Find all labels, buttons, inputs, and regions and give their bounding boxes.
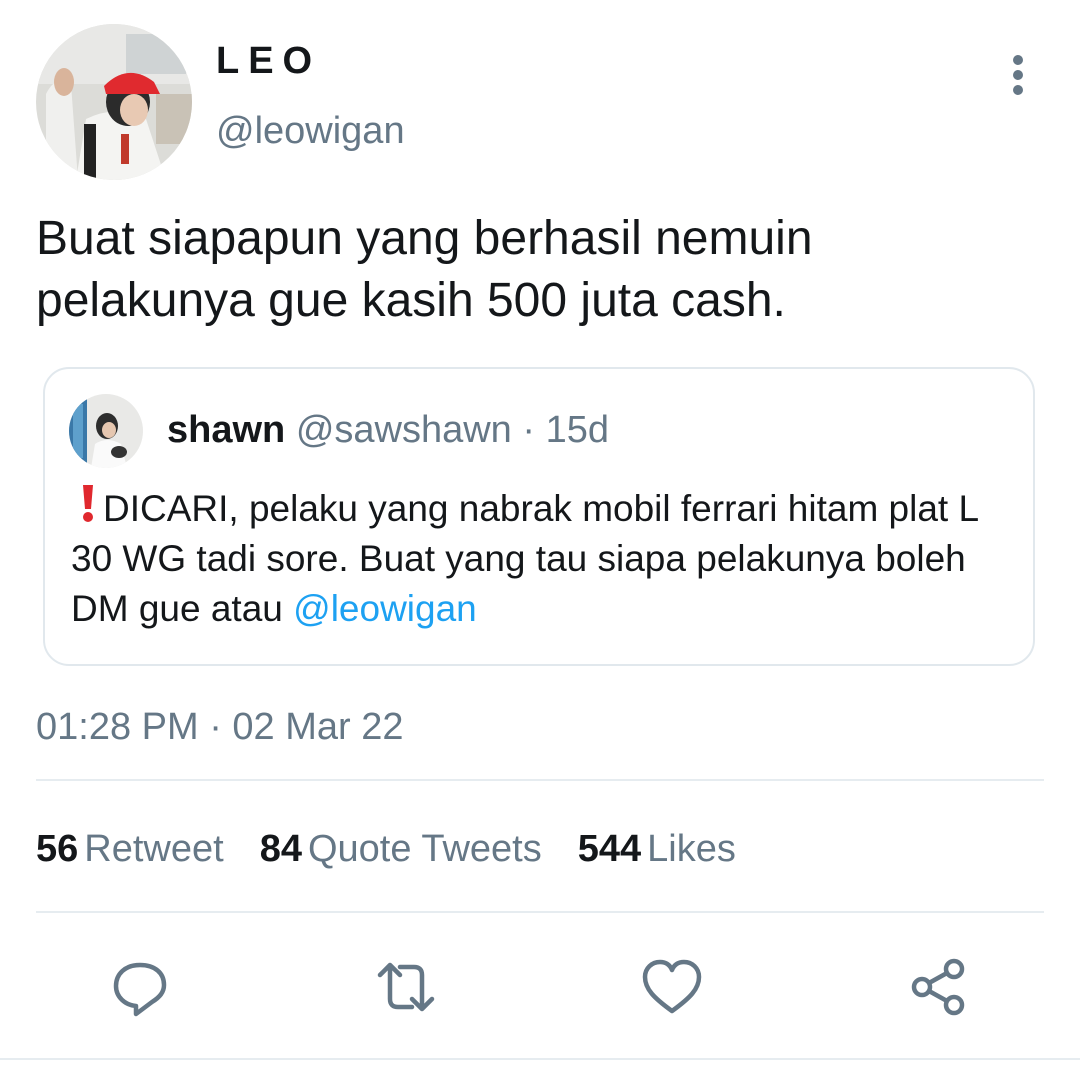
quotes-label: Quote Tweets <box>307 828 542 870</box>
share-icon <box>911 958 965 1016</box>
tweet-timestamp[interactable]: 01:28 PM · 02 Mar 22 <box>36 706 404 749</box>
exclamation-emoji-icon <box>81 483 95 536</box>
reply-button[interactable] <box>108 955 172 1019</box>
likes-count: 544 <box>577 828 642 870</box>
divider <box>36 779 1044 781</box>
more-vertical-icon <box>1013 55 1023 95</box>
tweet-text: Buat siapapun yang berhasil nemuin pelak… <box>36 212 813 327</box>
quotes-count: 84 <box>259 828 302 870</box>
more-options-button[interactable] <box>998 52 1038 98</box>
likes-label: Likes <box>647 828 736 870</box>
divider <box>0 1058 1080 1060</box>
retweets-count: 56 <box>36 828 79 870</box>
quoted-tweet-meta: @sawshawn · 15d <box>295 409 609 451</box>
quoted-author-name[interactable]: shawn <box>167 409 285 451</box>
author-handle[interactable]: @leowigan <box>216 110 405 153</box>
retweets-stat[interactable]: 56 Retweet <box>36 828 224 871</box>
divider <box>36 911 1044 913</box>
author-display-name[interactable]: LEO <box>216 40 321 83</box>
like-button[interactable] <box>640 955 704 1019</box>
tweet-stats: 56 Retweet 84 Quote Tweets 544 Likes <box>36 828 772 871</box>
quoted-author-avatar-image <box>69 394 143 468</box>
retweet-icon <box>377 962 435 1012</box>
reply-icon <box>113 962 167 1017</box>
quoted-tweet-body: DICARI, pelaku yang nabrak mobil ferrari… <box>71 488 978 629</box>
author-avatar[interactable] <box>36 24 192 180</box>
author-avatar-image <box>36 24 192 180</box>
mention-link[interactable]: @leowigan <box>293 588 477 629</box>
likes-stat[interactable]: 544 Likes <box>578 828 736 871</box>
quoted-tweet-card[interactable]: shawn @sawshawn · 15d DICARI, pelaku yan… <box>43 367 1035 666</box>
heart-icon <box>642 959 702 1014</box>
retweet-button[interactable] <box>374 955 438 1019</box>
quoted-tweet-text: DICARI, pelaku yang nabrak mobil ferrari… <box>71 481 1021 634</box>
tweet-detail: LEO @leowigan Buat siapapun yang berhasi… <box>0 0 1080 1077</box>
share-button[interactable] <box>906 955 970 1019</box>
quoted-tweet-header: shawn @sawshawn · 15d <box>167 409 609 452</box>
quoted-author-avatar[interactable] <box>69 394 143 468</box>
quotes-stat[interactable]: 84 Quote Tweets <box>260 828 542 871</box>
retweets-label: Retweet <box>84 828 224 870</box>
